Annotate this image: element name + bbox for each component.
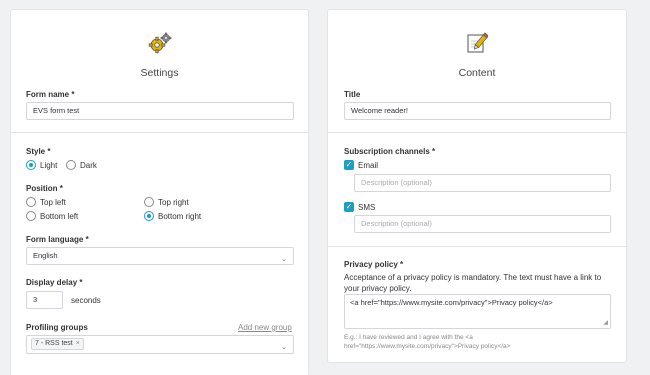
checkmark-icon: ✓ [345, 202, 353, 211]
resize-handle-icon[interactable]: ◢ [603, 319, 608, 326]
position-top-right-label: Top right [158, 198, 189, 207]
display-delay-label: Display delay * [26, 278, 83, 287]
title-label: Title [344, 90, 361, 99]
divider [328, 246, 626, 247]
content-panel: Content Title Welcome reader! Subscripti… [327, 9, 627, 363]
privacy-policy-description: Acceptance of a privacy policy is mandat… [344, 273, 602, 293]
display-delay-unit: seconds [71, 296, 101, 305]
position-bottom-left-radio[interactable] [26, 211, 36, 221]
email-label: Email [358, 161, 379, 170]
privacy-policy-textarea[interactable]: <a href="https://www.mysite.com/privacy"… [344, 294, 611, 329]
position-top-left-label: Top left [40, 198, 66, 207]
divider [11, 132, 308, 133]
position-bottom-right-label: Bottom right [158, 212, 202, 221]
title-input[interactable]: Welcome reader! [344, 102, 611, 120]
style-dark-radio[interactable] [66, 160, 76, 170]
position-bottom-left-label: Bottom left [40, 212, 79, 221]
position-bottom-right-radio[interactable] [144, 211, 154, 221]
add-new-group-link[interactable]: Add new group [238, 323, 292, 332]
form-language-label: Form language * [26, 235, 89, 244]
privacy-policy-label: Privacy policy * [344, 260, 404, 269]
position-label: Position * [26, 184, 63, 193]
privacy-policy-hint: E.g.: I have reviewed and I agree with t… [344, 334, 511, 350]
form-language-select[interactable]: English ⌄ [26, 247, 294, 265]
settings-title: Settings [140, 67, 179, 79]
notepad-pencil-icon [467, 32, 488, 53]
form-name-label: Form name * [26, 90, 75, 99]
settings-panel: Settings Form name * EVS form test Style… [10, 9, 309, 375]
group-tag: 7 - RSS test × [31, 338, 84, 350]
chevron-down-icon: ⌄ [281, 344, 287, 351]
display-delay-input[interactable]: 3 [26, 291, 63, 309]
position-top-left-radio[interactable] [26, 197, 36, 207]
sms-description-input[interactable]: Description (optional) [354, 215, 611, 233]
position-top-right-radio[interactable] [144, 197, 154, 207]
chevron-down-icon: ⌄ [281, 256, 287, 263]
form-name-input[interactable]: EVS form test [26, 102, 294, 120]
style-label: Style * [26, 147, 51, 156]
divider [328, 132, 626, 133]
content-title: Content [458, 67, 496, 79]
gears-icon [148, 32, 171, 54]
checkmark-icon: ✓ [345, 160, 353, 169]
form-language-value: English [33, 251, 58, 260]
group-tag-label: 7 - RSS test [35, 340, 73, 347]
profiling-groups-label: Profiling groups [26, 323, 88, 332]
email-checkbox[interactable]: ✓ [344, 160, 354, 170]
sms-label: SMS [358, 203, 376, 212]
tag-remove-icon[interactable]: × [76, 340, 80, 347]
style-light-radio[interactable] [26, 160, 36, 170]
email-description-input[interactable]: Description (optional) [354, 174, 611, 192]
style-light-label: Light [40, 161, 58, 170]
privacy-policy-value: <a href="https://www.mysite.com/privacy"… [350, 298, 553, 307]
style-dark-label: Dark [80, 161, 97, 170]
subscription-channels-label: Subscription channels * [344, 147, 436, 156]
sms-checkbox[interactable]: ✓ [344, 202, 354, 212]
